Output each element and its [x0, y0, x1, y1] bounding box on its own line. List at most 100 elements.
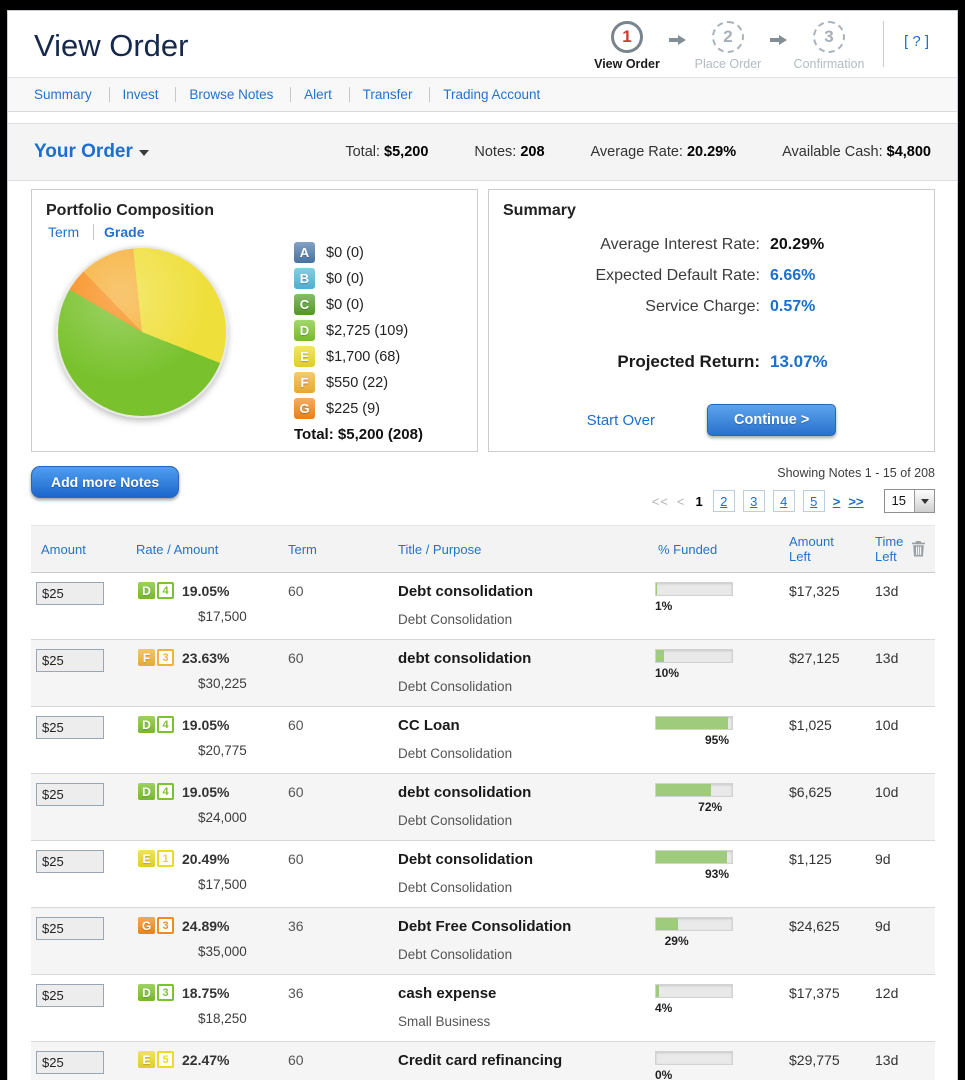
page: View Order 1 View Order 2 Place Order 3 …: [7, 10, 958, 1080]
your-order-dropdown[interactable]: Your Order: [34, 141, 149, 163]
amount-input[interactable]: [36, 850, 104, 873]
funded-bar-fill: [656, 985, 659, 997]
pagination-current-page: 1: [694, 494, 705, 509]
column-header-title-purpose[interactable]: Title / Purpose: [391, 542, 653, 557]
order-stats: Total:$5,200 Notes:208 Average Rate:20.2…: [345, 144, 931, 160]
loan-title[interactable]: Debt consolidation: [398, 582, 653, 600]
pagination-page-link[interactable]: 3: [750, 494, 757, 509]
column-header-funded[interactable]: % Funded: [653, 542, 773, 557]
add-more-notes-button[interactable]: Add more Notes: [31, 466, 179, 498]
loan-purpose: Debt Consolidation: [398, 880, 653, 895]
pagination-first[interactable]: <<: [652, 494, 669, 509]
column-header-amount-left[interactable]: Amount Left: [773, 534, 859, 564]
loan-title[interactable]: Debt Free Consolidation: [398, 917, 653, 935]
step-arrow-icon: [770, 34, 787, 46]
pagination-page-link[interactable]: 2: [720, 494, 727, 509]
amount-input[interactable]: [36, 582, 104, 605]
loan-title[interactable]: cash expense: [398, 984, 653, 1002]
grade-subgrade: 4: [157, 716, 174, 733]
rate-amount-cell: D 4 19.05% $17,500: [131, 582, 281, 627]
trash-icon: [911, 541, 926, 557]
term-cell: 36: [281, 984, 391, 1029]
delete-all-trash-icon[interactable]: [911, 541, 935, 557]
amount-cell: [31, 984, 131, 1029]
funded-bar-track: [655, 783, 733, 797]
amount-input[interactable]: [36, 1051, 104, 1074]
loan-title[interactable]: Debt consolidation: [398, 850, 653, 868]
nav-item[interactable]: Invest: [109, 87, 159, 102]
funded-bar-track: [655, 582, 733, 596]
loan-title[interactable]: Credit card refinancing: [398, 1051, 653, 1069]
funded-bar-fill: [656, 918, 678, 930]
funded-bar-track: [655, 716, 733, 730]
amount-input[interactable]: [36, 917, 104, 940]
continue-button[interactable]: Continue >: [707, 404, 836, 436]
pagination-last[interactable]: >>: [848, 494, 863, 509]
nav-item[interactable]: Transfer: [349, 87, 413, 102]
loan-title[interactable]: debt consolidation: [398, 783, 653, 801]
amount-left-cell: $6,625: [773, 783, 859, 828]
stat-label: Notes:: [474, 144, 516, 160]
loan-purpose: Debt Consolidation: [398, 679, 653, 694]
grade-letter: G: [138, 917, 155, 934]
start-over-link[interactable]: Start Over: [587, 412, 655, 429]
per-page-select[interactable]: 15: [884, 489, 935, 513]
interest-rate: 22.47%: [182, 1052, 229, 1068]
pagination-next[interactable]: >: [833, 494, 841, 509]
title-purpose-cell: CC Loan Debt Consolidation: [391, 716, 653, 761]
pagination-page-link[interactable]: 4: [780, 494, 787, 509]
loan-amount: $24,000: [198, 810, 281, 825]
loan-amount: $20,775: [198, 743, 281, 758]
portfolio-tab[interactable]: Term: [48, 224, 79, 240]
column-header-rate-amount[interactable]: Rate / Amount: [131, 542, 281, 557]
legend-row: F $550 (22): [294, 372, 423, 393]
page-title: View Order: [34, 28, 189, 64]
table-row: D 4 19.05% $20,775 60 CC Loan Debt Conso…: [31, 707, 935, 774]
column-header-amount[interactable]: Amount: [31, 542, 131, 557]
amount-left-cell: $29,775: [773, 1051, 859, 1080]
progress-step: 3 Confirmation: [793, 21, 865, 71]
grade-letter: E: [138, 1051, 155, 1068]
column-header-time-left[interactable]: Time Left: [859, 534, 911, 564]
amount-input[interactable]: [36, 649, 104, 672]
legend-label: $0 (0): [326, 245, 364, 261]
portfolio-tab[interactable]: Grade: [93, 224, 144, 240]
term-cell: 60: [281, 649, 391, 694]
funded-bar-fill: [656, 583, 657, 595]
funded-cell: 4%: [653, 984, 773, 1029]
per-page-dropdown-button[interactable]: [914, 490, 934, 512]
order-stat: Total:$5,200: [345, 144, 428, 160]
amount-input[interactable]: [36, 716, 104, 739]
loan-title[interactable]: debt consolidation: [398, 649, 653, 667]
pagination-page[interactable]: 3: [743, 490, 765, 512]
pagination-page-link[interactable]: 5: [810, 494, 817, 509]
amount-input[interactable]: [36, 984, 104, 1007]
funded-bar-fill: [656, 784, 711, 796]
portfolio-panel-title: Portfolio Composition: [46, 202, 463, 220]
rate-amount-cell: D 4 19.05% $24,000: [131, 783, 281, 828]
your-order-label[interactable]: Your Order: [34, 141, 133, 162]
column-header-term[interactable]: Term: [281, 542, 391, 557]
nav-item[interactable]: Alert: [290, 87, 332, 102]
nav-item[interactable]: Trading Account: [429, 87, 540, 102]
pagination-prev[interactable]: <: [677, 494, 686, 509]
rate-amount-cell: E 1 20.49% $17,500: [131, 850, 281, 895]
funded-percent-label: 93%: [705, 867, 729, 881]
loan-title[interactable]: CC Loan: [398, 716, 653, 734]
stat-label: Average Rate:: [591, 144, 683, 160]
grade-subgrade: 3: [157, 649, 174, 666]
step-circle: 3: [813, 21, 845, 53]
projected-return-value: 13.07%: [770, 352, 920, 372]
funded-bar-track: [655, 649, 733, 663]
main-nav: Summary Invest Browse Notes Alert Transf…: [8, 77, 957, 112]
nav-item[interactable]: Summary: [34, 87, 92, 102]
nav-item[interactable]: Browse Notes: [175, 87, 273, 102]
grade-badge: F 3: [138, 649, 174, 666]
help-link[interactable]: [ ? ]: [904, 33, 929, 50]
legend-label: $0 (0): [326, 271, 364, 287]
pagination-page[interactable]: 2: [713, 490, 735, 512]
amount-input[interactable]: [36, 783, 104, 806]
pagination-page[interactable]: 5: [803, 490, 825, 512]
pagination-page[interactable]: 4: [773, 490, 795, 512]
interest-rate: 19.05%: [182, 583, 229, 599]
